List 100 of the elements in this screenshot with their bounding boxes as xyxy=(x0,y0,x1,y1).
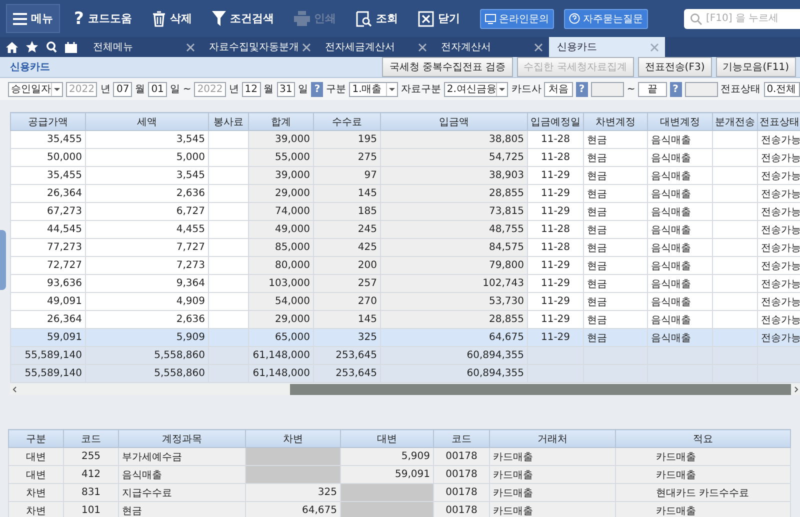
column-header[interactable]: 대변 xyxy=(340,430,434,448)
column-header[interactable]: 코드 xyxy=(64,430,118,448)
column-header[interactable]: 합계 xyxy=(248,112,314,130)
filter-button[interactable]: 조건검색 xyxy=(206,7,280,30)
table-cell: 325 xyxy=(314,328,380,346)
action-button[interactable]: 국세청 중복수집전표 검증 xyxy=(382,57,513,77)
table-cell: 카드매출 xyxy=(490,448,616,466)
help-button[interactable]: ? xyxy=(576,82,588,96)
printer-icon xyxy=(294,11,310,26)
table-cell: 00178 xyxy=(434,448,490,466)
table-cell: 음식매출 xyxy=(648,184,712,202)
question-icon xyxy=(568,13,580,24)
table-cell: 음식매출 xyxy=(648,238,712,256)
home-icon[interactable] xyxy=(6,42,18,52)
month-field[interactable]: 12 xyxy=(242,82,260,96)
close-button[interactable]: 닫기 xyxy=(412,6,466,30)
column-header[interactable]: 거래처 xyxy=(490,430,616,448)
table-cell: 49,091 xyxy=(10,292,86,310)
day-field[interactable]: 31 xyxy=(276,82,296,96)
column-header[interactable]: 세액 xyxy=(86,112,208,130)
day-label: 일 xyxy=(298,83,308,96)
table-cell: 4,455 xyxy=(86,220,208,238)
table-cell: 49,000 xyxy=(248,220,314,238)
tab[interactable]: 자료수집및자동분개 xyxy=(201,37,317,57)
total-cell: 55,589,140 xyxy=(10,346,86,364)
faq-button[interactable]: 자주묻는질문 xyxy=(564,8,648,28)
column-header[interactable]: 분개전송 xyxy=(712,112,758,130)
column-header[interactable]: 차변계정 xyxy=(584,112,648,130)
column-header[interactable]: 입금액 xyxy=(380,112,528,130)
status-field[interactable]: 0.전체 xyxy=(764,82,800,96)
online-inquiry-button[interactable]: 온라인문의 xyxy=(480,8,554,28)
table-cell: 255 xyxy=(64,448,118,466)
column-header[interactable]: 수수료 xyxy=(314,112,380,130)
table-cell: 부가세예수금 xyxy=(118,448,246,466)
year-label: 년 xyxy=(100,83,110,96)
day-label: 일 xyxy=(170,83,180,96)
month-label: 월 xyxy=(264,83,274,96)
menu-icon xyxy=(13,12,27,24)
range-separator: ~ xyxy=(626,84,636,94)
date-type-select[interactable]: 승인일자 xyxy=(8,82,63,96)
month-field[interactable]: 07 xyxy=(113,82,132,96)
column-header[interactable]: 대변계정 xyxy=(648,112,712,130)
tab[interactable]: 전체메뉴 xyxy=(85,37,201,57)
table-cell: 28,855 xyxy=(380,184,528,202)
column-header[interactable]: 계정과목 xyxy=(118,430,246,448)
table-cell: 67,273 xyxy=(10,202,86,220)
lookup-button[interactable]: 조회 xyxy=(350,6,404,30)
table-cell: 현대카드 카드수수료 xyxy=(616,484,790,502)
sidebar-toggle[interactable] xyxy=(0,230,6,290)
card-to-name-field[interactable] xyxy=(684,82,718,96)
source-label: 자료구분 xyxy=(400,83,441,96)
column-header[interactable]: 입금예정일 xyxy=(528,112,584,130)
close-icon[interactable] xyxy=(186,42,195,52)
column-header[interactable]: 공급가액 xyxy=(10,112,86,130)
close-icon[interactable] xyxy=(418,42,427,52)
day-field[interactable]: 01 xyxy=(148,82,167,96)
column-header[interactable]: 구분 xyxy=(8,430,64,448)
table-cell: 3,545 xyxy=(86,166,208,184)
table-cell: 93,636 xyxy=(10,274,86,292)
column-header[interactable]: 봉사료 xyxy=(208,112,248,130)
table-cell: 54,000 xyxy=(248,292,314,310)
column-header[interactable]: 전표상태 xyxy=(758,112,800,130)
action-button[interactable]: 전표전송(F3) xyxy=(638,57,712,77)
table-cell: 3,545 xyxy=(86,130,208,148)
table-cell: 지급수수료 xyxy=(118,484,246,502)
horizontal-scrollbar[interactable] xyxy=(10,384,800,395)
column-header[interactable]: 코드 xyxy=(434,430,490,448)
star-icon[interactable] xyxy=(26,41,38,53)
source-select[interactable]: 2.여신금융 xyxy=(444,82,508,96)
tab[interactable]: 신용카드 xyxy=(549,37,665,57)
tab[interactable]: 전자계산서 xyxy=(433,37,549,57)
column-header[interactable]: 차변 xyxy=(246,430,340,448)
help-button[interactable]: ? xyxy=(311,82,324,96)
table-cell: 425 xyxy=(314,238,380,256)
search-icon xyxy=(690,12,702,24)
delete-button[interactable]: 삭제 xyxy=(146,6,198,30)
calendar-icon[interactable] xyxy=(65,42,77,52)
table-cell: 200 xyxy=(314,256,380,274)
table-cell: 74,000 xyxy=(248,202,314,220)
table-cell: 00178 xyxy=(434,466,490,484)
table-cell: 80,000 xyxy=(248,256,314,274)
table-cell: 185 xyxy=(314,202,380,220)
type-select[interactable]: 1.매출 xyxy=(349,82,398,96)
card-from-name-field[interactable] xyxy=(590,82,624,96)
table-cell: 00178 xyxy=(434,484,490,502)
search-icon[interactable] xyxy=(46,41,57,53)
card-from-field[interactable]: 처음 xyxy=(544,82,573,96)
tab[interactable]: 전자세금계산서 xyxy=(317,37,433,57)
table-cell: 현금 xyxy=(584,184,648,202)
close-icon[interactable] xyxy=(302,42,311,52)
help-button[interactable]: ? 코드도움 xyxy=(68,4,138,32)
action-button[interactable]: 기능모음(F11) xyxy=(716,57,796,77)
menu-button[interactable]: 메뉴 xyxy=(6,4,60,33)
table-cell: 64,675 xyxy=(380,328,528,346)
search-field[interactable]: [F10] 을 누르세 xyxy=(684,8,800,28)
card-to-field[interactable]: 끝 xyxy=(638,82,667,96)
table-cell: 84,575 xyxy=(380,238,528,256)
close-icon[interactable] xyxy=(534,42,543,52)
column-header[interactable]: 적요 xyxy=(616,430,790,448)
help-button[interactable]: ? xyxy=(670,82,682,96)
